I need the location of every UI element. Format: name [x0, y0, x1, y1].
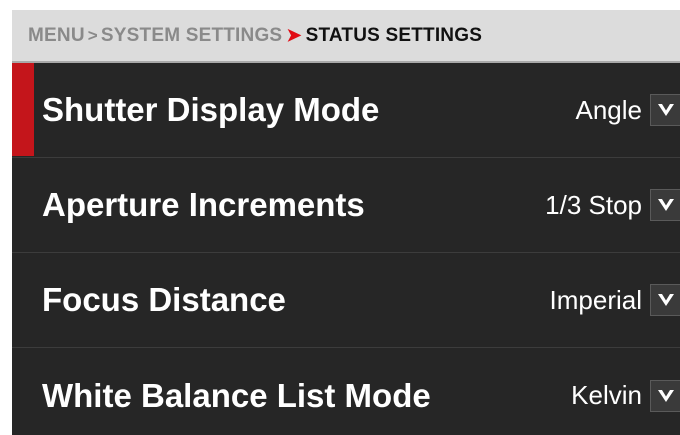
setting-dropdown[interactable]: Angle [576, 94, 680, 126]
setting-label: Aperture Increments [42, 186, 365, 223]
setting-row-shutter-display-mode[interactable]: Shutter Display Mode Angle [12, 63, 680, 158]
setting-label: Focus Distance [42, 281, 286, 318]
setting-row-white-balance-list-mode[interactable]: White Balance List Mode Kelvin [12, 348, 680, 435]
setting-row-aperture-increments[interactable]: Aperture Increments 1/3 Stop [12, 158, 680, 253]
setting-value: Imperial [549, 284, 642, 315]
setting-value: Kelvin [571, 380, 642, 410]
setting-dropdown[interactable]: Kelvin [571, 379, 680, 412]
breadcrumb-arrow-icon: ➤ [286, 25, 302, 45]
setting-dropdown[interactable]: Imperial [550, 284, 680, 316]
setting-label: White Balance List Mode [42, 376, 431, 414]
breadcrumb-separator: > [87, 25, 98, 45]
chevron-down-icon[interactable] [650, 284, 680, 316]
setting-value: Angle [575, 94, 643, 125]
setting-dropdown[interactable]: 1/3 Stop [545, 189, 680, 221]
settings-list: Shutter Display Mode Angle Aperture Incr… [12, 63, 680, 435]
chevron-down-icon[interactable] [650, 94, 680, 126]
status-settings-screen: MENU > SYSTEM SETTINGS ➤ STATUS SETTINGS… [12, 10, 680, 435]
breadcrumb: MENU > SYSTEM SETTINGS ➤ STATUS SETTINGS [12, 10, 680, 63]
breadcrumb-system-settings[interactable]: SYSTEM SETTINGS [101, 25, 282, 47]
breadcrumb-menu[interactable]: MENU [28, 25, 85, 47]
setting-value: 1/3 Stop [545, 189, 642, 220]
chevron-down-icon[interactable] [650, 379, 680, 412]
setting-label: Shutter Display Mode [42, 91, 380, 128]
setting-row-focus-distance[interactable]: Focus Distance Imperial [12, 253, 680, 348]
chevron-down-icon[interactable] [650, 189, 680, 221]
breadcrumb-current: STATUS SETTINGS [305, 24, 483, 46]
